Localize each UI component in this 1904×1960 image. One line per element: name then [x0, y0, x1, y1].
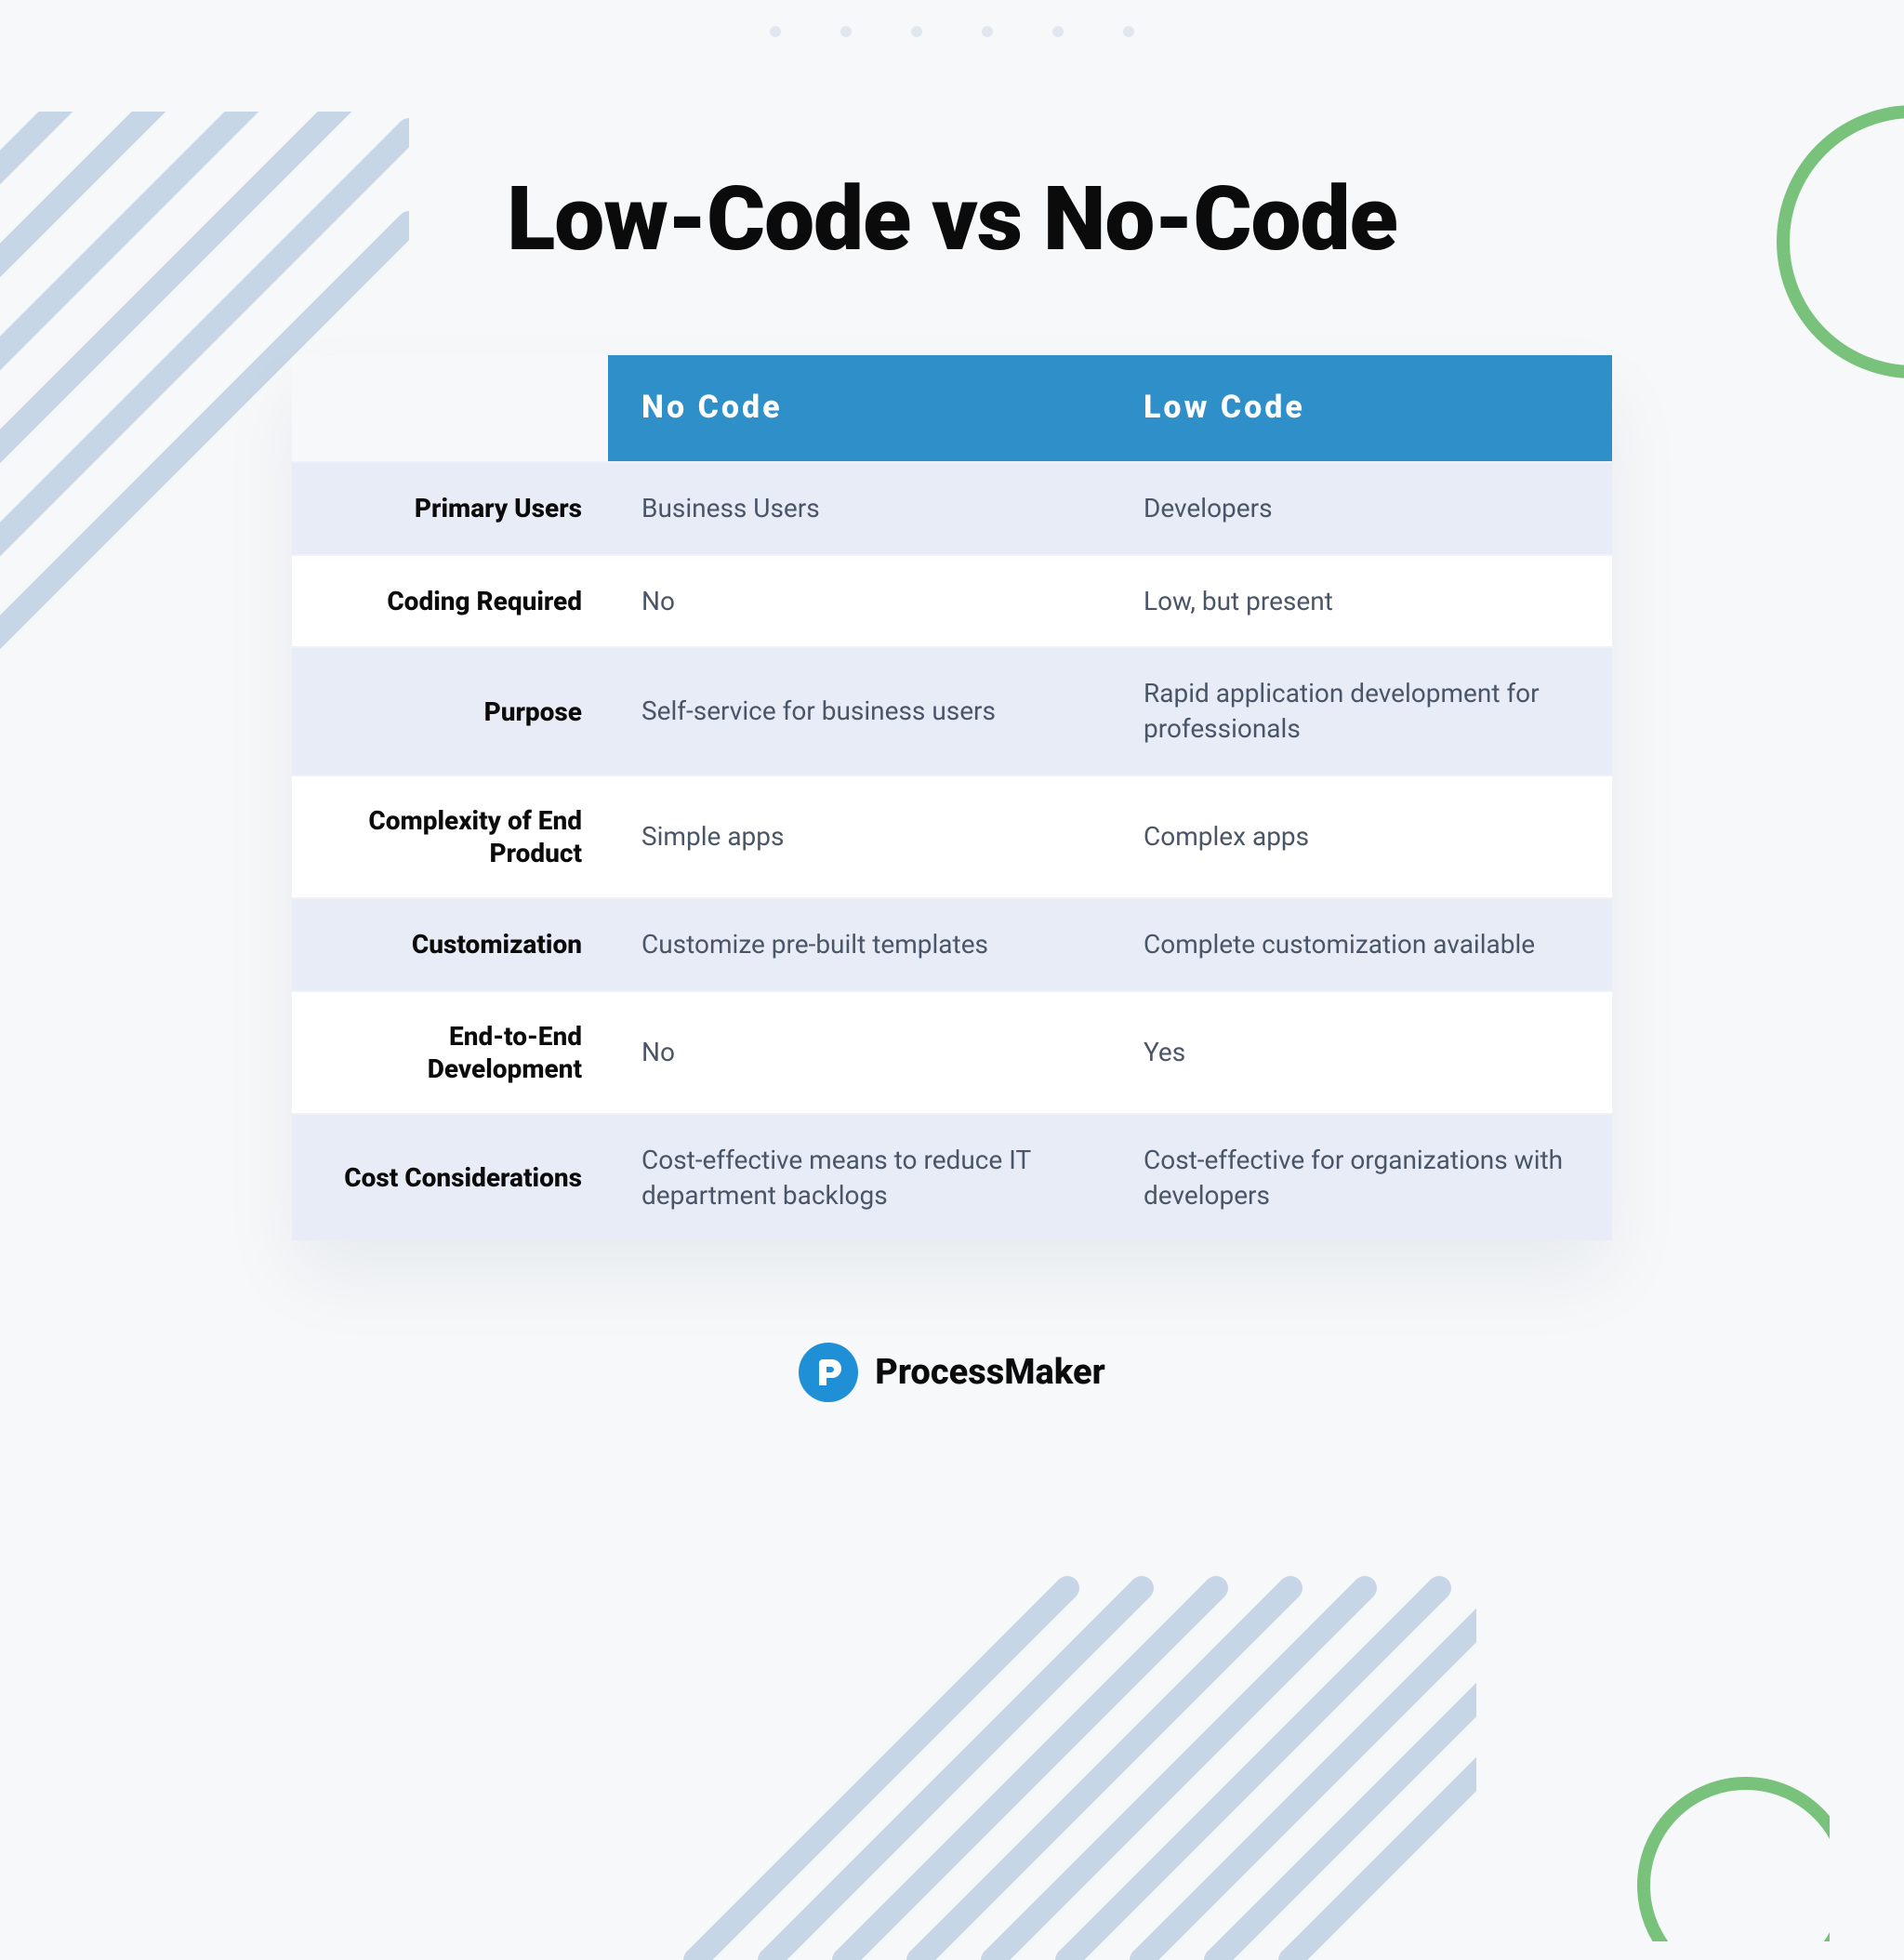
table-header-row: No Code Low Code [292, 355, 1612, 461]
comparison-table: No Code Low Code Primary Users Business … [292, 355, 1612, 1240]
cell-no-code: Simple apps [608, 776, 1110, 897]
cell-low-code: Rapid application development for profes… [1110, 648, 1612, 775]
cell-low-code: Complex apps [1110, 776, 1612, 897]
column-header-low-code: Low Code [1110, 355, 1612, 461]
page-title: Low-Code vs No-Code [245, 167, 1659, 271]
table-row: Cost Considerations Cost-effective means… [292, 1113, 1612, 1241]
brand-footer: ProcessMaker [245, 1343, 1659, 1402]
cell-no-code: Self-service for business users [608, 648, 1110, 775]
row-label: End-to-End Development [292, 992, 608, 1113]
table-corner-cell [292, 355, 608, 461]
cell-no-code: No [608, 992, 1110, 1113]
table-row: Customization Customize pre-built templa… [292, 897, 1612, 990]
cell-low-code: Complete customization available [1110, 899, 1612, 990]
column-header-no-code: No Code [608, 355, 1110, 461]
cell-no-code: Cost-effective means to reduce IT depart… [608, 1115, 1110, 1241]
row-label: Coding Required [292, 556, 608, 647]
row-label: Complexity of End Product [292, 776, 608, 897]
table-row: Purpose Self-service for business users … [292, 646, 1612, 775]
cell-low-code: Developers [1110, 463, 1612, 554]
row-label: Primary Users [292, 463, 608, 554]
cell-no-code: Customize pre-built templates [608, 899, 1110, 990]
row-label: Cost Considerations [292, 1115, 608, 1241]
cell-low-code: Yes [1110, 992, 1612, 1113]
decorative-stripes-bottom [640, 1309, 1476, 1960]
decorative-circle-bottom-right [1588, 1700, 1830, 1941]
table-row: Coding Required No Low, but present [292, 554, 1612, 647]
row-label: Purpose [292, 648, 608, 775]
table-row: End-to-End Development No Yes [292, 990, 1612, 1113]
decorative-circle-top-right [1699, 102, 1904, 418]
table-row: Primary Users Business Users Developers [292, 461, 1612, 554]
cell-low-code: Low, but present [1110, 556, 1612, 647]
cell-no-code: No [608, 556, 1110, 647]
brand-name: ProcessMaker [875, 1352, 1104, 1393]
cell-low-code: Cost-effective for organizations with de… [1110, 1115, 1612, 1241]
table-row: Complexity of End Product Simple apps Co… [292, 775, 1612, 897]
cell-no-code: Business Users [608, 463, 1110, 554]
brand-logo-icon [799, 1343, 858, 1402]
row-label: Customization [292, 899, 608, 990]
